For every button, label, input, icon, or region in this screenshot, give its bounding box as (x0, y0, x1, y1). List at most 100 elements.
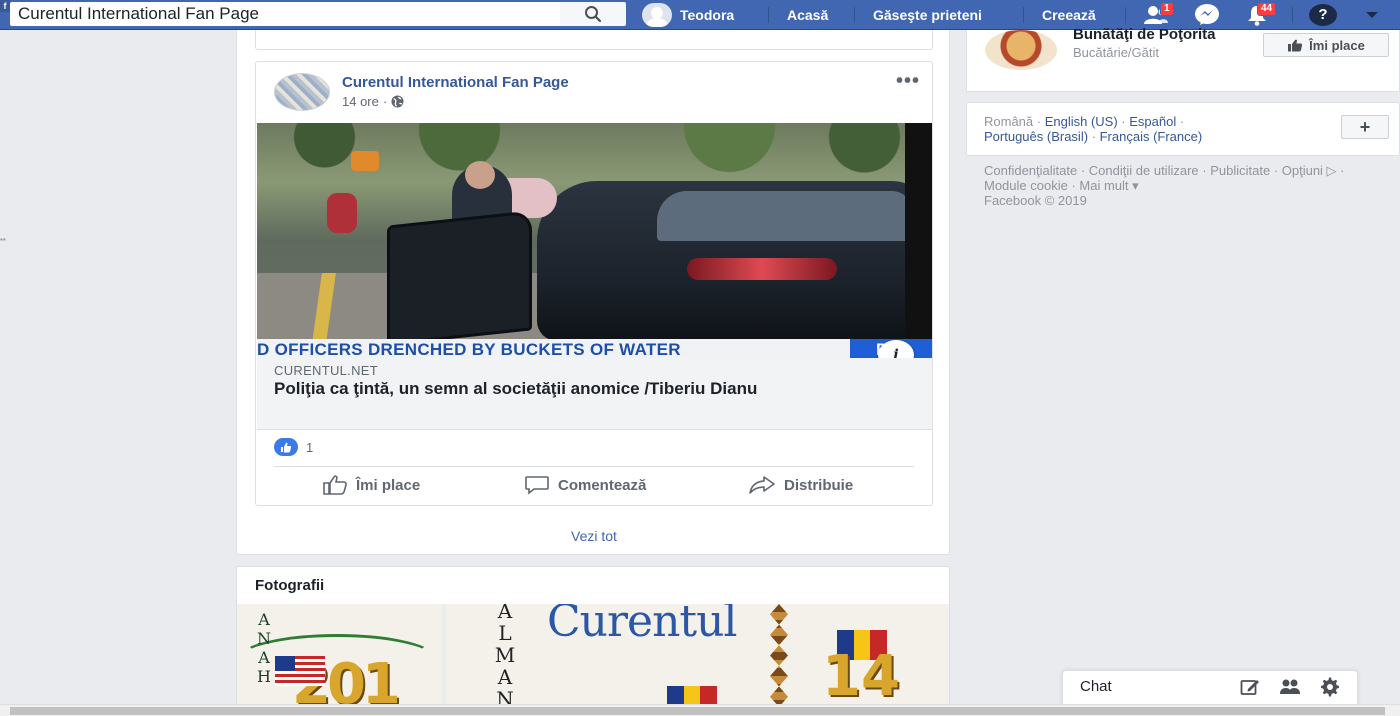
new-group-button[interactable] (1279, 677, 1301, 697)
media-officer-head (465, 161, 495, 189)
nav-find-friends-label: Găseşte prieteni (873, 7, 982, 23)
page-category: Bucătărie/Gătit (1073, 45, 1159, 60)
nav-home-link[interactable]: Acasă (787, 0, 828, 30)
chat-label: Chat (1080, 678, 1112, 695)
footer-links: Confidenţialitate · Condiţii de utilizar… (984, 163, 1345, 208)
footer-terms-link[interactable]: Condiţii de utilizare (1089, 163, 1199, 178)
post-meta: 14 ore · (342, 94, 404, 109)
chevron-down-icon (1366, 12, 1378, 18)
chat-settings-button[interactable] (1319, 677, 1341, 697)
nav-create-label: Creează (1042, 7, 1096, 23)
compose-icon (1240, 680, 1259, 695)
nav-find-friends-link[interactable]: Găseşte prieteni (873, 0, 982, 30)
account-menu-button[interactable] (1356, 2, 1388, 28)
footer-copyright: Facebook © 2019 (984, 193, 1087, 208)
share-button[interactable]: Distribuie (748, 475, 853, 495)
notifications-button[interactable]: 44 (1241, 2, 1277, 28)
like-page-button[interactable]: Îmi place (1263, 33, 1389, 57)
comment-icon (525, 476, 549, 495)
page-name-link[interactable]: Bunătăţi de Poţorita (1073, 26, 1216, 43)
link-preview[interactable]: CURENTUL.NET Poliţia ca ţintă, un semn a… (257, 358, 932, 430)
search-input[interactable]: Curentul International Fan Page (10, 2, 560, 26)
thumbs-up-icon (323, 475, 347, 495)
photo-vertical-text: ANAH (257, 610, 271, 686)
avatar (642, 3, 672, 27)
more-languages-button[interactable]: + (1341, 115, 1389, 139)
language-spanish-link[interactable]: Español (1129, 114, 1176, 129)
post-options-button[interactable]: ••• (896, 70, 920, 93)
footer-adchoices-link[interactable]: Opţiuni ▷ (1282, 163, 1337, 178)
post-timestamp[interactable]: 14 ore (342, 94, 379, 109)
facebook-logo-icon[interactable]: f (0, 0, 10, 12)
new-message-button[interactable] (1239, 677, 1261, 697)
previous-post (255, 30, 933, 50)
nav-home-label: Acasă (787, 7, 829, 23)
language-card: Română · English (US) · Español · Portug… (966, 102, 1400, 156)
us-flag-icon (275, 656, 325, 686)
language-list: Română · English (US) · Español · (984, 114, 1185, 129)
photos-card: Fotografii ANAH 201 ALMANA Curentul 14 (236, 566, 950, 706)
photo-vertical-text: ALMANA (494, 604, 516, 706)
friend-requests-button[interactable]: 1 (1140, 2, 1174, 28)
reactions-summary[interactable]: 1 (274, 438, 313, 456)
media-car-door (387, 210, 532, 346)
page-thumbnail[interactable] (985, 30, 1057, 70)
language-portuguese-link[interactable]: Português (Brasil) (984, 129, 1088, 144)
chat-bar[interactable]: Chat (1062, 670, 1358, 704)
footer-ads-link[interactable]: Publicitate (1210, 163, 1270, 178)
romania-flag-icon (667, 686, 717, 705)
scrollbar-thumb[interactable] (10, 707, 1385, 715)
news-ticker: D OFFICERS DRENCHED BY BUCKETS OF WATER … (257, 339, 932, 358)
photo-divider (442, 604, 446, 705)
photo-brand-text: Curentul (547, 604, 738, 647)
like-button-label: Îmi place (356, 476, 421, 494)
help-icon: ? (1309, 4, 1337, 26)
actions-divider (274, 466, 914, 467)
posts-card: Curentul International Fan Page 14 ore ·… (236, 30, 950, 555)
search-button[interactable] (560, 2, 626, 26)
messenger-button[interactable] (1191, 2, 1223, 28)
gear-icon (1321, 677, 1339, 697)
language-list: Português (Brasil) · Français (France) (984, 129, 1203, 144)
language-current: Română (984, 114, 1034, 129)
media-bystander (327, 193, 357, 233)
nav-divider (768, 7, 769, 23)
notifications-badge: 44 (1257, 2, 1277, 16)
comment-button[interactable]: Comentează (524, 475, 646, 495)
group-icon (1280, 679, 1300, 694)
media-car-window (657, 191, 912, 241)
nav-divider (1292, 7, 1293, 23)
language-french-link[interactable]: Français (France) (1100, 129, 1203, 144)
help-button[interactable]: ? (1307, 2, 1339, 28)
nav-divider (1125, 7, 1126, 23)
horizontal-scrollbar[interactable] (0, 704, 1400, 716)
search-icon (585, 6, 602, 23)
media-traffic-light (351, 151, 379, 171)
footer-cookies-link[interactable]: Module cookie (984, 178, 1068, 193)
video-thumbnail[interactable]: D OFFICERS DRENCHED BY BUCKETS OF WATER … (257, 123, 932, 358)
see-all-link[interactable]: Vezi tot (237, 528, 951, 544)
language-english-link[interactable]: English (US) (1045, 114, 1118, 129)
post: Curentul International Fan Page 14 ore ·… (255, 61, 933, 506)
suggested-page-card: Bunătăţi de Poţorita Bucătărie/Gătit Îmi… (966, 26, 1400, 92)
link-domain: CURENTUL.NET (274, 363, 378, 378)
news-ticker-text: D OFFICERS DRENCHED BY BUCKETS OF WATER (257, 340, 681, 358)
footer-privacy-link[interactable]: Confidenţialitate (984, 163, 1077, 178)
globe-icon (391, 95, 404, 108)
page-avatar[interactable] (274, 73, 330, 111)
friend-requests-badge: 1 (1160, 2, 1174, 16)
footer-more-link[interactable]: Mai mult ▾ (1079, 178, 1138, 193)
comment-button-label: Comentează (558, 476, 647, 494)
media-pole (905, 123, 932, 343)
thumbs-up-icon (1288, 39, 1303, 51)
like-reaction-icon (274, 438, 298, 456)
left-edge-marker: ▪▪ (0, 235, 6, 244)
like-button[interactable]: Îmi place (322, 475, 420, 495)
like-count: 1 (306, 439, 314, 455)
post-author-link[interactable]: Curentul International Fan Page (342, 74, 569, 91)
photo-year-text: 14 (822, 644, 900, 706)
nav-divider (1023, 7, 1024, 23)
photos-strip[interactable]: ANAH 201 ALMANA Curentul 14 (237, 604, 949, 706)
profile-link[interactable]: Teodora (642, 0, 734, 30)
photos-title[interactable]: Fotografii (255, 577, 324, 594)
